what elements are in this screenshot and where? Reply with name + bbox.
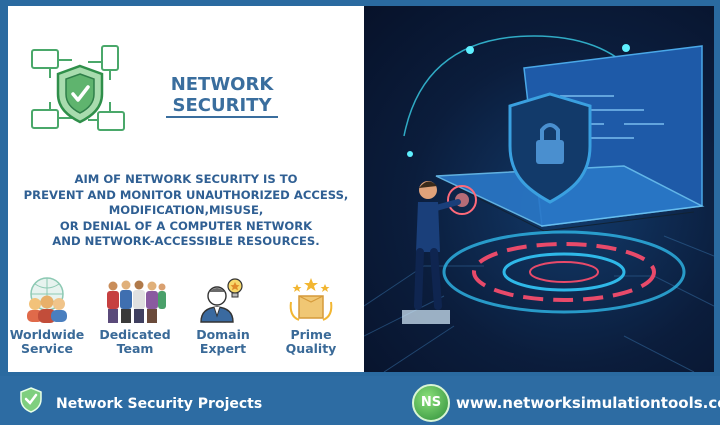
expert-icon (200, 278, 243, 323)
security-illustration (364, 6, 714, 372)
laptop-shield-illustration (364, 35, 714, 372)
quality-box-icon (289, 278, 333, 321)
feature-dedicated-team: Dedicated Team (96, 276, 174, 356)
aim-text: AIM OF NETWORK SECURITY IS TO PREVENT AN… (23, 172, 349, 249)
feature-label: Dedicated Team (99, 327, 171, 356)
feature-label: Worldwide Service (9, 327, 85, 356)
globe-people-icon (27, 277, 67, 323)
title-line-2: SECURITY (166, 95, 278, 118)
website-url[interactable]: www.networksimulationtools.com (456, 394, 720, 412)
network-shield-icon (31, 45, 125, 131)
team-icon (107, 280, 166, 323)
footer-title: Network Security Projects (56, 396, 263, 412)
feature-label: Domain Expert (196, 327, 250, 356)
page-title: NETWORK SECURITY (166, 74, 278, 118)
feature-worldwide-service: Worldwide Service (8, 276, 86, 356)
ns-logo: NS (412, 384, 450, 422)
footer-shield-icon (20, 387, 42, 413)
feature-label: Prime Quality (285, 327, 337, 356)
feature-domain-expert: Domain Expert (184, 276, 262, 356)
title-line-1: NETWORK (170, 74, 274, 95)
feature-prime-quality: Prime Quality (272, 276, 350, 356)
info-panel: NETWORK SECURITY AIM OF NETWORK SECURITY… (8, 6, 364, 372)
